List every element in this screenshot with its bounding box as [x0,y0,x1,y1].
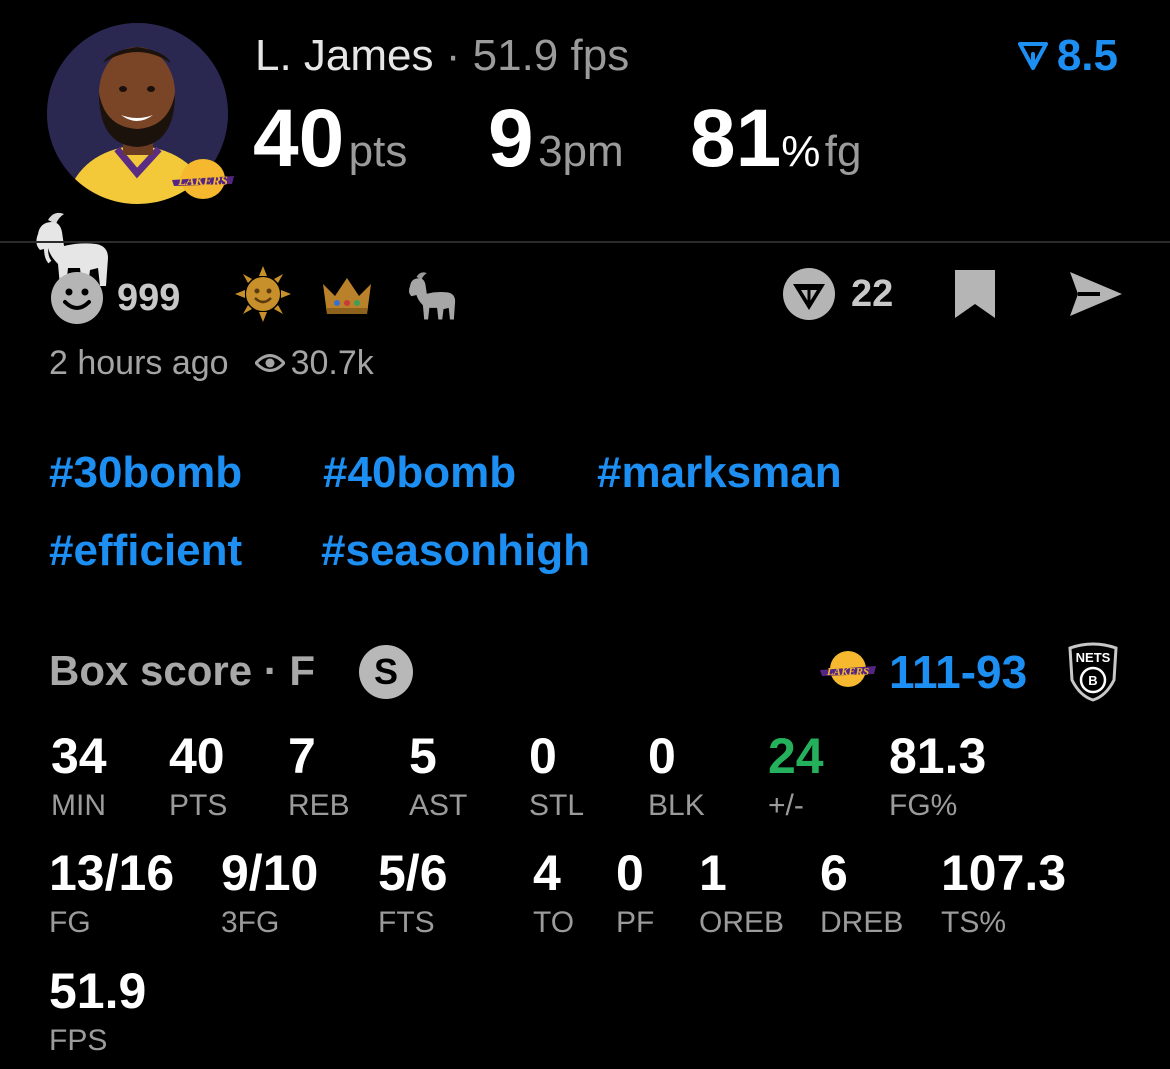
stat-3fg-value: 9/10 [221,845,319,901]
stat-min-value: 34 [51,728,107,784]
hashtag-efficient[interactable]: #efficient [49,523,242,579]
stat-fts-value: 5/6 [378,845,448,901]
stat-oreb-label: OREB [699,906,785,939]
stat-3fg-label: 3FG [221,906,280,939]
smiley-icon [51,272,103,324]
stat-fts-label: FTS [378,906,435,939]
threes-value: 9 [488,93,534,184]
stat-pf-value: 0 [616,845,644,901]
comments-button[interactable]: 22 [781,266,893,322]
share-button[interactable] [1066,266,1124,327]
points-unit: pts [348,127,408,176]
view-count: 30.7k [290,344,374,382]
goat-reaction[interactable] [401,266,459,329]
hashtag-30bomb[interactable]: #30bomb [49,445,242,501]
fg-pct-value: 81 [690,93,782,184]
stat-min-label: MIN [51,789,106,822]
stat-dreb-value: 6 [820,845,848,901]
stat-fps-label: FPS [49,1024,108,1057]
svg-text:LAKERS: LAKERS [826,666,869,678]
comment-count: 22 [851,273,894,315]
stat-ast-label: AST [409,789,468,822]
eye-icon [254,354,285,372]
lakers-logo-icon: LAKERS [168,156,238,202]
stat-ast-value: 5 [409,728,437,784]
bookmark-button[interactable] [953,268,997,325]
like-count: 999 [117,277,181,319]
nets-team-logo-icon[interactable]: NETS B [1066,640,1120,707]
points-value: 40 [253,93,345,184]
home-score: 111 [889,646,961,698]
lakers-team-logo-icon[interactable]: LAKERS [818,648,878,695]
stat-to-label: TO [533,906,575,939]
stat-plus-minus-label: +/- [768,789,804,822]
hashtag-40bomb[interactable]: #40bomb [323,445,516,501]
away-score: 93 [976,646,1028,698]
separator-dot: · [445,31,461,80]
fg-pct-sign: % [781,127,821,176]
fg-unit: fg [824,127,862,176]
send-icon [1070,272,1122,316]
stat-to-value: 4 [533,845,561,901]
game-score[interactable]: 111-93 [889,644,1027,700]
stat-reb-value: 7 [288,728,316,784]
status-badge[interactable]: S [359,645,413,699]
time-ago: 2 hours ago [49,344,229,382]
crown-icon [323,278,371,314]
post-meta: 2 hours ago 30.7k [49,341,374,385]
stat-dreb-label: DREB [820,906,904,939]
stat-ts-pct-label: TS% [941,906,1007,939]
stat-fg-label: FG [49,906,91,939]
stat-pf-label: PF [616,906,655,939]
threes-stat: 9 3pm [488,94,624,184]
rating-badge[interactable]: 8.5 [1017,30,1118,82]
header-divider [0,241,1170,243]
crown-reaction[interactable] [319,270,375,325]
stat-fg-value: 13/16 [49,845,175,901]
stat-pts-label: PTS [169,789,228,822]
rating-arrow-icon [1017,42,1048,70]
comment-icon [783,268,835,320]
stat-stl-label: STL [529,789,585,822]
stat-ts-pct-value: 107.3 [941,845,1067,901]
stat-blk-label: BLK [648,789,705,822]
stat-oreb-value: 1 [699,845,727,901]
svg-text:LAKERS: LAKERS [177,173,228,188]
threes-unit: 3pm [538,127,624,176]
goat-icon [408,272,456,320]
sun-reaction[interactable] [235,266,291,327]
stat-plus-minus-value: 24 [768,728,824,784]
stat-reb-label: REB [288,789,350,822]
stat-blk-value: 0 [648,728,676,784]
like-reaction[interactable]: 999 [49,270,180,326]
player-title[interactable]: L. James · 51.9 fps [255,30,629,82]
stat-fg-pct-label: FG% [889,789,958,822]
hashtag-seasonhigh[interactable]: #seasonhigh [321,523,590,579]
sun-icon [235,266,291,322]
rating-value: 8.5 [1056,31,1118,80]
hashtag-marksman[interactable]: #marksman [597,445,842,501]
stat-pts-value: 40 [169,728,225,784]
nets-logo-text: NETS [1076,650,1111,665]
score-dash: - [960,646,977,698]
headline-stats: 40 pts [253,94,407,184]
stat-fg-pct-value: 81.3 [889,728,987,784]
svg-text:B: B [1088,673,1097,688]
stat-fps-value: 51.9 [49,963,147,1019]
fg-stat: 81% fg [690,94,862,184]
stat-stl-value: 0 [529,728,557,784]
box-score-title: Box score · F [49,647,316,694]
bookmark-icon [955,270,995,318]
player-name[interactable]: L. James [255,31,434,80]
player-fps: 51.9 fps [472,31,630,80]
